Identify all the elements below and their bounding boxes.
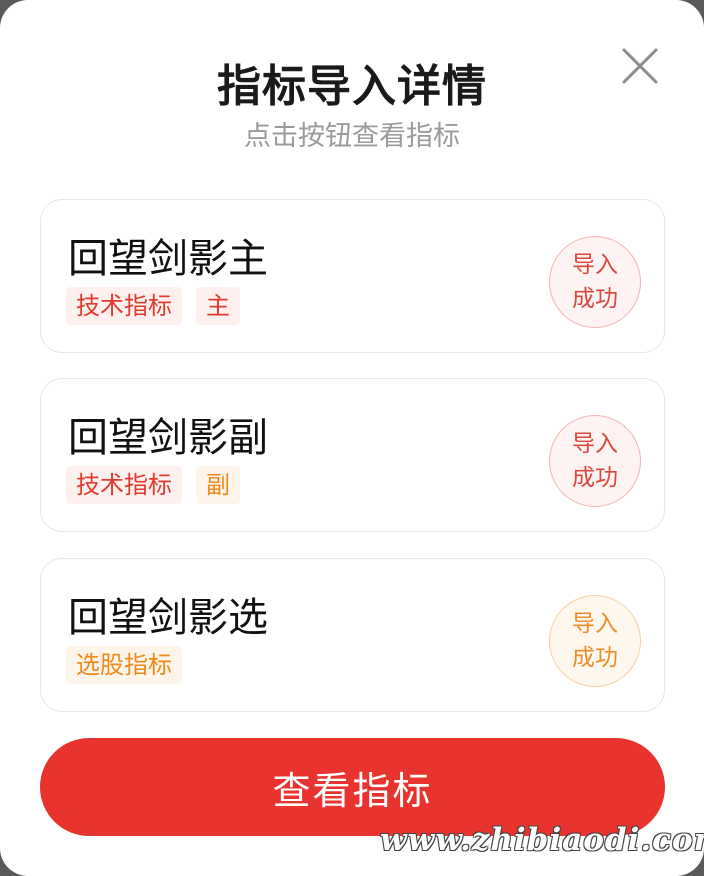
dialog-title: 指标导入详情 xyxy=(217,61,487,112)
stamp-line2: 成功 xyxy=(572,465,618,491)
tag-main: 主 xyxy=(196,287,240,325)
tag-stock-picking: 选股指标 xyxy=(66,646,182,684)
indicator-name: 回望剑影主 xyxy=(68,236,268,282)
tag-technical: 技术指标 xyxy=(66,287,182,325)
tag-sub: 副 xyxy=(196,466,240,504)
indicator-tags: 选股指标 xyxy=(66,646,182,684)
import-success-stamp: 导入 成功 xyxy=(549,595,641,687)
indicator-tags: 技术指标 主 xyxy=(66,287,240,325)
close-icon[interactable] xyxy=(616,42,664,90)
dialog-subtitle: 点击按钮查看指标 xyxy=(244,121,460,152)
indicator-card: 回望剑影选 选股指标 导入 成功 xyxy=(40,558,665,712)
stamp-line1: 导入 xyxy=(572,611,618,637)
indicator-card: 回望剑影主 技术指标 主 导入 成功 xyxy=(40,199,665,353)
watermark-text: www.zhibiaodi.com xyxy=(380,822,704,858)
tag-technical: 技术指标 xyxy=(66,466,182,504)
stamp-line1: 导入 xyxy=(572,431,618,457)
stamp-line1: 导入 xyxy=(572,252,618,278)
indicator-name: 回望剑影选 xyxy=(68,595,268,641)
indicator-name: 回望剑影副 xyxy=(68,415,268,461)
indicator-card: 回望剑影副 技术指标 副 导入 成功 xyxy=(40,378,665,532)
import-success-stamp: 导入 成功 xyxy=(549,236,641,328)
close-icon-glyph xyxy=(622,48,658,84)
import-details-dialog: 指标导入详情 点击按钮查看指标 回望剑影主 技术指标 主 导入 成功 回望剑影副… xyxy=(0,0,704,876)
stamp-line2: 成功 xyxy=(572,286,618,312)
indicator-tags: 技术指标 副 xyxy=(66,466,240,504)
import-success-stamp: 导入 成功 xyxy=(549,415,641,507)
stamp-line2: 成功 xyxy=(572,645,618,671)
